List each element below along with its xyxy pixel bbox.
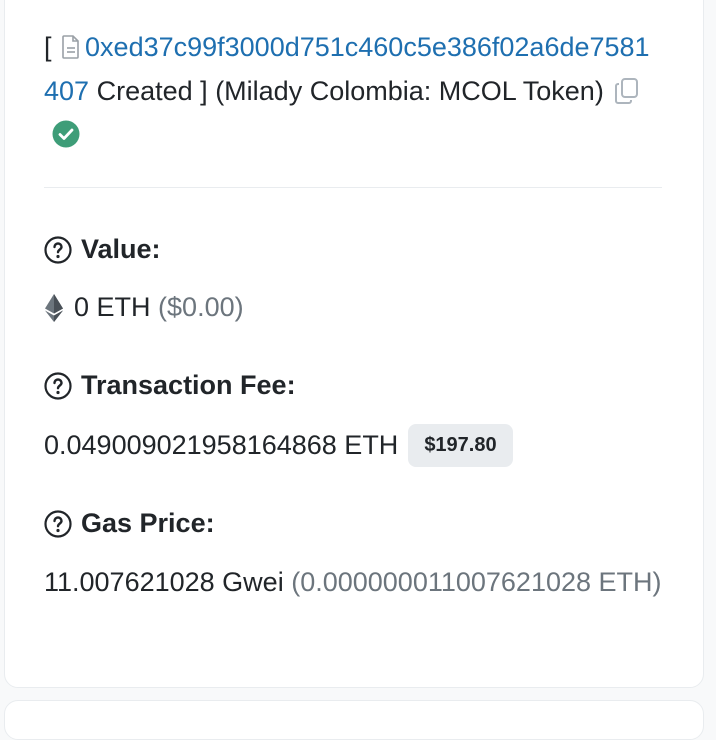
fee-row: 0.049009021958164868 ETH $197.80: [44, 424, 513, 467]
verified-check-icon: [52, 120, 80, 148]
fee-label: Transaction Fee:: [81, 370, 296, 400]
help-icon[interactable]: [44, 235, 72, 264]
help-icon[interactable]: [44, 371, 72, 400]
gas-row: 11.007621028 Gwei (0.000000011007621028 …: [44, 560, 684, 605]
bracket-close: ]: [200, 75, 208, 106]
token-name: (Milady Colombia: MCOL Token): [215, 75, 604, 106]
gas-eth: (0.000000011007621028 ETH): [291, 567, 662, 597]
fee-amount: 0.049009021958164868 ETH: [44, 430, 399, 460]
value-usd: ($0.00): [158, 292, 244, 322]
ethereum-icon: [45, 293, 63, 322]
fee-label-row: Transaction Fee:: [44, 370, 296, 401]
help-icon[interactable]: [44, 509, 72, 538]
next-card: [4, 700, 704, 740]
value-label: Value:: [81, 234, 161, 264]
value-amount: 0 ETH: [74, 292, 151, 322]
gas-label: Gas Price:: [81, 508, 215, 538]
gas-label-row: Gas Price:: [44, 508, 215, 539]
gas-gwei: 11.007621028 Gwei: [44, 567, 284, 597]
value-row: 0 ETH ($0.00): [44, 292, 244, 323]
to-address-block: [ 0xed37c99f3000d751c460c5e386f02a6de758…: [44, 26, 664, 157]
document-icon: [62, 35, 79, 59]
fee-usd-badge: $197.80: [408, 424, 513, 467]
bracket-open: [: [44, 32, 52, 62]
created-label: Created: [96, 75, 193, 106]
value-label-row: Value:: [44, 234, 161, 265]
copy-icon[interactable]: [614, 77, 640, 105]
section-divider: [44, 187, 662, 188]
